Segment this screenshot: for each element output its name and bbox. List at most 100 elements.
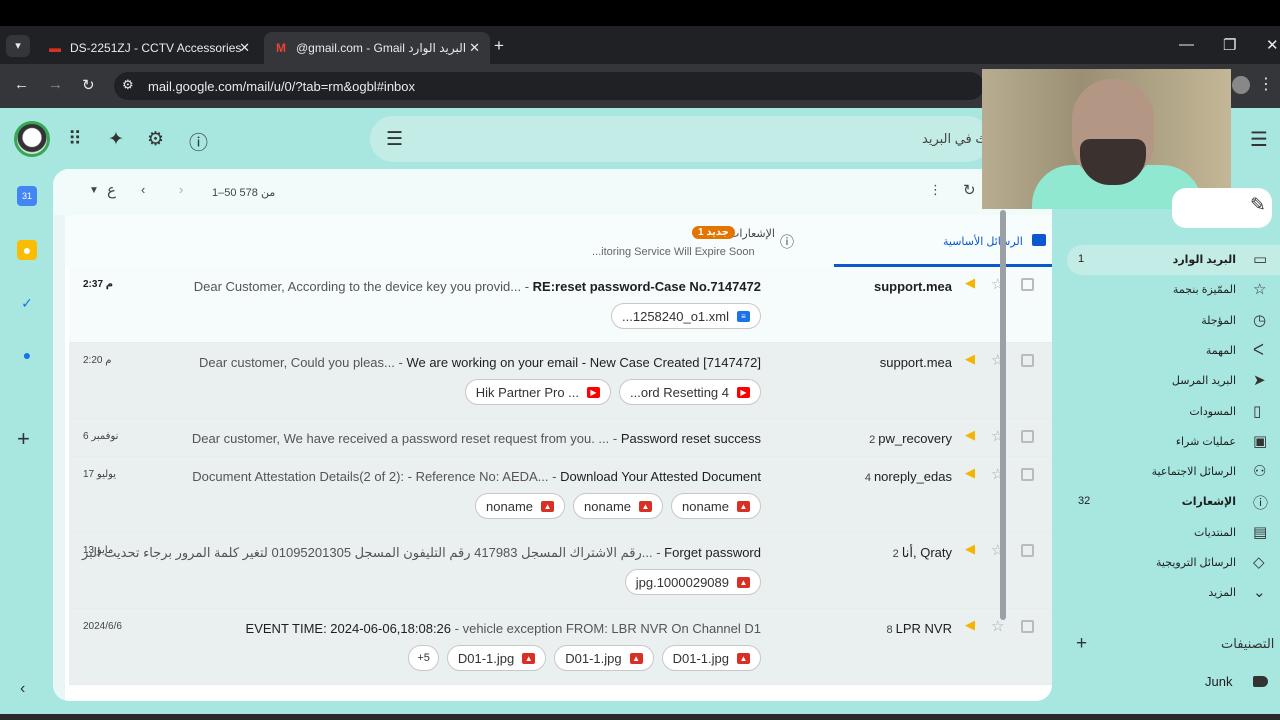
newer-page-icon[interactable]: ‹ — [141, 182, 145, 197]
nav-item[interactable]: ▤ المنتديات — [1067, 518, 1280, 548]
browser-menu-icon[interactable]: ⋮ — [1258, 74, 1274, 94]
get-addons-icon[interactable]: + — [17, 426, 30, 452]
email-row[interactable]: ☆ ◀ support.mea Dear customer, Could you… — [69, 343, 1052, 419]
attachment-chip[interactable]: noname ▲ — [671, 493, 761, 519]
search-options-icon[interactable]: ☰ — [386, 128, 403, 151]
back-icon[interactable]: ← — [14, 76, 29, 93]
email-sender: support.mea — [877, 355, 952, 370]
email-row[interactable]: ☆ ◀ support.mea Dear Customer, According… — [69, 267, 1052, 343]
nav-item[interactable]: ⌄ المزيد — [1067, 578, 1280, 608]
calendar-icon[interactable]: 31 — [17, 186, 37, 206]
collapse-panel-icon[interactable]: ‹ — [20, 680, 25, 698]
select-checkbox[interactable] — [1021, 354, 1034, 367]
attachment-chip[interactable]: Hik Partner Pro ... ▶ — [464, 379, 611, 405]
refresh-icon[interactable]: ↻ — [963, 181, 976, 199]
important-marker-icon[interactable]: ◀ — [965, 427, 975, 443]
main-menu-icon[interactable]: ☰ — [1250, 127, 1268, 152]
attachment-chip[interactable]: noname ▲ — [573, 493, 664, 519]
nav-label: البريد المرسل — [1171, 375, 1236, 388]
tab-primary[interactable]: الرسائل الأساسية — [834, 215, 1052, 267]
email-sender: 4 noreply_edas — [865, 469, 952, 484]
email-row[interactable]: ☆ ◀ 4 noreply_edas Document Attestation D… — [69, 457, 1052, 533]
minimize-icon[interactable]: — — [1179, 36, 1194, 53]
important-marker-icon[interactable]: ◀ — [965, 465, 975, 481]
account-avatar[interactable] — [14, 121, 50, 157]
select-checkbox[interactable] — [1021, 544, 1034, 557]
nav-item[interactable]: ▣ عمليات شراء — [1067, 427, 1280, 457]
input-tools-button[interactable]: ع — [107, 181, 116, 199]
select-checkbox[interactable] — [1021, 620, 1034, 633]
select-checkbox[interactable] — [1021, 430, 1034, 443]
attachment-name: D01-1.jpg — [565, 650, 622, 666]
url-text[interactable]: mail.google.com/mail/u/0/?tab=rm&ogbl#in… — [148, 79, 415, 94]
draft-icon: ▯ — [1253, 402, 1262, 420]
important-marker-icon[interactable]: ◀ — [965, 541, 975, 557]
gemini-icon[interactable]: ✦ — [108, 128, 124, 151]
email-row[interactable]: ☆ ◀ 2 pw_recovery Dear customer, We have … — [69, 419, 1052, 457]
attachment-list: ...ord Resetting 4 ▶ Hik Partner Pro ... ▶ — [464, 379, 761, 405]
nav-item[interactable]: ◇ الرسائل الترويجية — [1067, 548, 1280, 578]
attachment-chip[interactable]: D01-1.jpg ▲ — [554, 645, 654, 671]
search-bar[interactable] — [370, 116, 990, 162]
close-window-icon[interactable]: ✕ — [1266, 36, 1279, 54]
browser-tab-gmail[interactable]: M @gmail.com - Gmail البريد الوارد ✕ — [264, 32, 490, 64]
new-tab-button[interactable]: + — [494, 36, 504, 56]
attachment-chip[interactable]: noname ▲ — [475, 493, 566, 519]
attachment-chip[interactable]: ...1258240_o1.xml ≡ — [611, 303, 761, 329]
important-marker-icon[interactable]: ◀ — [965, 617, 975, 633]
nav-item[interactable]: ᐸ المهمة — [1067, 336, 1280, 366]
nav-item[interactable]: ◷ المؤجلة — [1067, 306, 1280, 336]
contacts-icon[interactable]: ● — [17, 345, 37, 365]
older-page-icon[interactable]: › — [179, 182, 183, 197]
nav-item[interactable]: ⚇ الرسائل الاجتماعية — [1067, 457, 1280, 487]
tag-icon: ◇ — [1253, 554, 1265, 571]
more-attachments-chip[interactable]: +5 — [408, 645, 439, 671]
email-row[interactable]: ☆ ◀ 2 أنا, Qraty رقم الاشتراك المسجل 4179… — [69, 533, 1052, 609]
close-tab-icon[interactable]: ✕ — [239, 40, 250, 56]
attachment-name: D01-1.jpg — [672, 650, 729, 666]
tasks-icon[interactable]: ✓ — [17, 293, 37, 313]
important-icon: ᐸ — [1253, 341, 1264, 359]
nav-item[interactable]: ⓘ الإشعارات 32 — [1067, 487, 1280, 517]
select-checkbox[interactable] — [1021, 468, 1034, 481]
nav-item[interactable]: ▯ المسودات — [1067, 397, 1280, 427]
email-date: 17 يوليو — [83, 469, 117, 480]
nav-item[interactable]: ☆ الممّيزة بنجمة — [1067, 275, 1280, 305]
important-marker-icon[interactable]: ◀ — [965, 275, 975, 291]
browser-tab-cctv[interactable]: ▬ DS-2251ZJ - CCTV Accessories ✕ — [38, 32, 260, 64]
nav-label: الإشعارات — [1181, 496, 1236, 509]
reload-icon[interactable]: ↻ — [82, 76, 95, 94]
close-tab-icon[interactable]: ✕ — [469, 40, 480, 56]
settings-gear-icon[interactable]: ⚙ — [147, 128, 164, 151]
keep-icon[interactable]: ● — [17, 240, 37, 260]
nav-item[interactable]: ➤ البريد المرسل — [1067, 366, 1280, 396]
important-marker-icon[interactable]: ◀ — [965, 351, 975, 367]
maximize-icon[interactable]: ❐ — [1223, 36, 1236, 54]
sender-name: support.mea — [879, 355, 952, 370]
attachment-chip[interactable]: D01-1.jpg ▲ — [446, 645, 547, 671]
input-tools-dropdown-icon[interactable]: ▼ — [89, 185, 99, 196]
forward-icon[interactable]: → — [48, 76, 63, 93]
help-icon[interactable]: ⓘ — [189, 128, 208, 155]
attachment-chip[interactable]: ...ord Resetting 4 ▶ — [619, 379, 761, 405]
apps-grid-icon[interactable]: ⠿ — [68, 128, 82, 151]
add-label-icon[interactable]: + — [1076, 633, 1087, 655]
nav-label: الرسائل الترويجية — [1156, 557, 1236, 569]
screen-top-bar — [0, 0, 1280, 26]
profile-icon[interactable] — [1232, 76, 1250, 94]
attachment-list: jpg.1000029089 ▲ — [624, 569, 761, 595]
select-checkbox[interactable] — [1021, 278, 1034, 291]
email-subject: EVENT TIME: 2024-06-06,18:08:26 — [245, 621, 452, 636]
attachment-chip[interactable]: jpg.1000029089 ▲ — [624, 569, 761, 595]
attachment-chip[interactable]: D01-1.jpg ▲ — [661, 645, 761, 671]
tab-list-button[interactable]: ▾ — [6, 35, 30, 57]
label-item-junk[interactable]: Junk — [1205, 674, 1232, 689]
email-row[interactable]: ☆ ◀ 8 LPR NVR EVENT TIME: 2024-06-06,18:0… — [69, 609, 1052, 685]
site-settings-icon[interactable]: ⚙ — [122, 77, 134, 93]
nav-item[interactable]: ▭ البريد الوارد 1 — [1067, 245, 1280, 275]
thread-count: 2 — [869, 434, 876, 446]
more-options-icon[interactable]: ⋮ — [929, 182, 942, 198]
forum-icon: ▤ — [1253, 523, 1268, 541]
image-icon: ▲ — [737, 576, 750, 588]
scrollbar[interactable] — [1000, 210, 1006, 620]
